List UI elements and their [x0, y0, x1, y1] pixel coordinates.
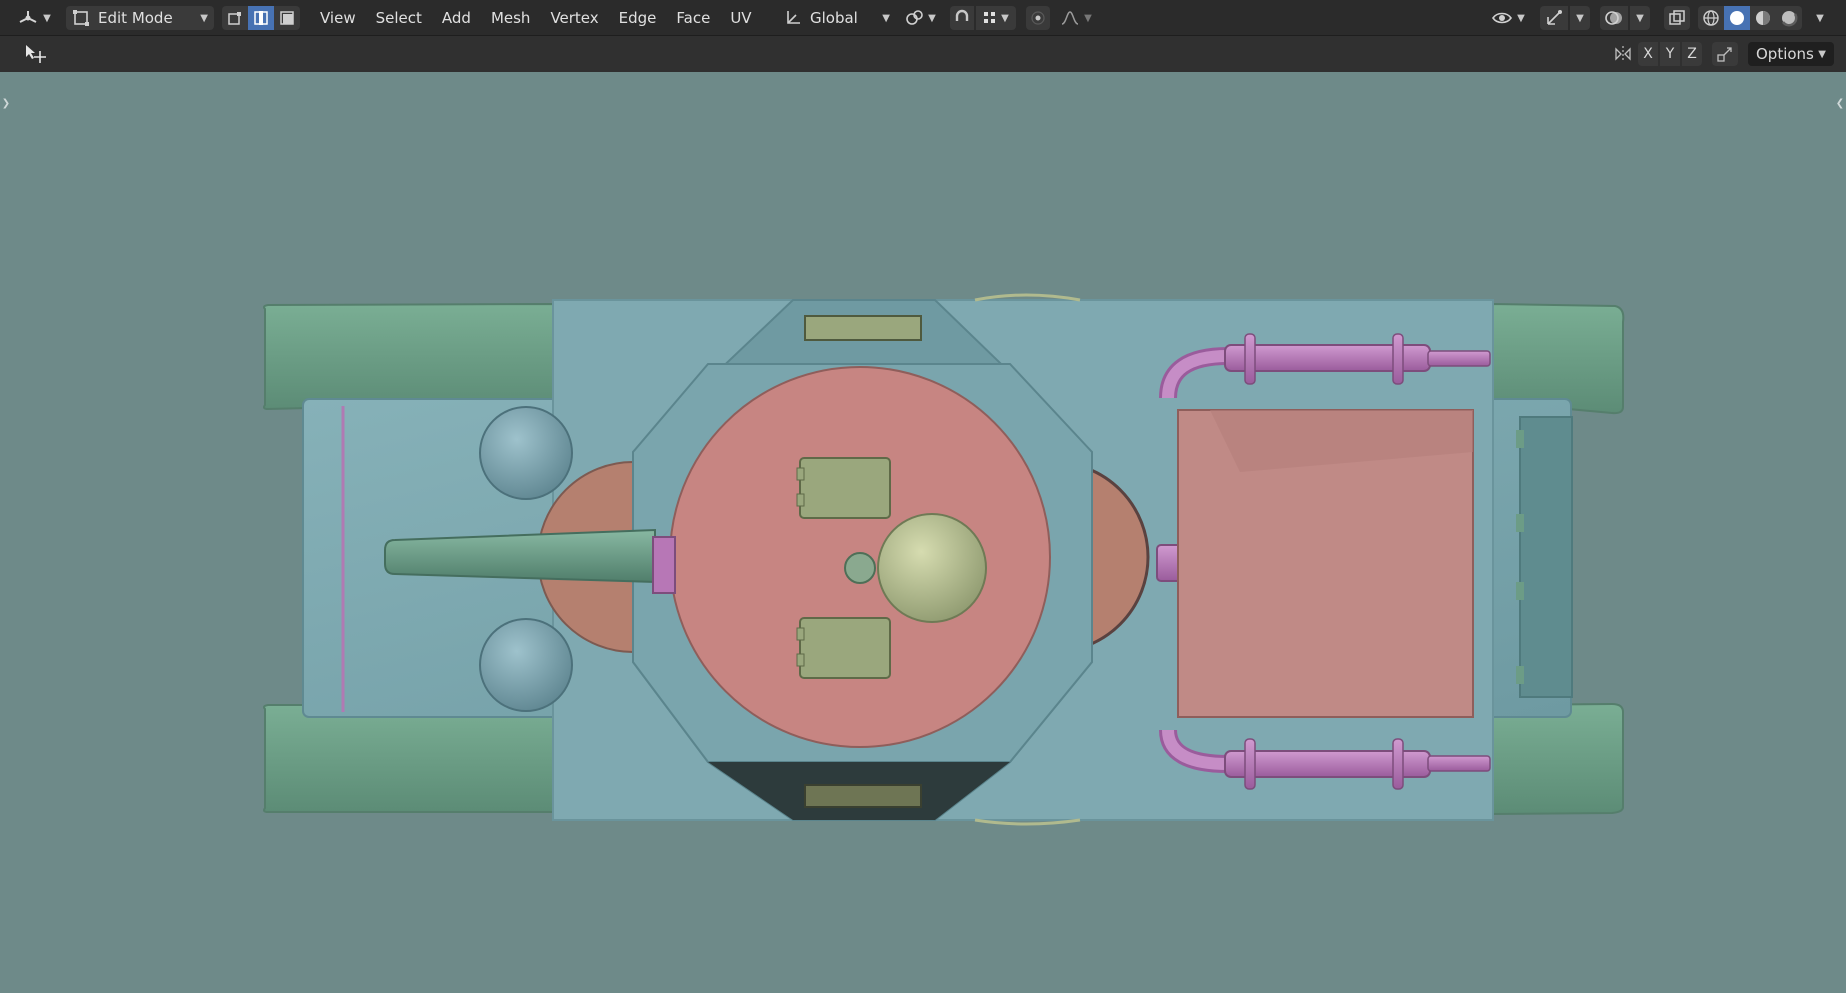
chevron-down-icon: ▼: [43, 12, 51, 24]
gizmo-toggle[interactable]: [1540, 6, 1568, 30]
pivot-point-icon: [904, 9, 924, 27]
face-select-button[interactable]: [274, 6, 300, 30]
tank-model: [263, 293, 1625, 826]
vertex-select-button[interactable]: [222, 6, 248, 30]
left-track-bottom: [263, 704, 554, 813]
orientation-label: Global: [810, 9, 858, 27]
menu-edge[interactable]: Edge: [609, 6, 667, 30]
edit-mode-icon: [72, 9, 90, 27]
menu-vertex[interactable]: Vertex: [540, 6, 608, 30]
wireframe-shading-icon: [1702, 9, 1720, 27]
solid-shading-button[interactable]: [1724, 6, 1750, 30]
mode-label: Edit Mode: [98, 9, 173, 27]
menu-mesh[interactable]: Mesh: [481, 6, 541, 30]
shading-mode-group: [1698, 6, 1802, 30]
auto-scale-toggle[interactable]: [1712, 42, 1738, 66]
auto-scale-icon: [1717, 46, 1733, 62]
visibility-dropdown[interactable]: ▼: [1488, 6, 1528, 30]
right-track-bottom: [1491, 702, 1624, 816]
left-track-top: [263, 302, 554, 411]
bottom-vision-block: [804, 784, 922, 808]
chevron-down-icon: ▼: [1818, 48, 1826, 60]
overlay-toggle[interactable]: [1600, 6, 1628, 30]
menu-add[interactable]: Add: [432, 6, 481, 30]
rendered-shading-button[interactable]: [1776, 6, 1802, 30]
solid-shading-icon: [1728, 9, 1746, 27]
transform-orientation-dropdown[interactable]: Global ▼: [784, 6, 890, 30]
proportional-edit-icon: [1030, 10, 1046, 26]
chevron-down-icon: ▼: [1576, 12, 1584, 24]
chevron-down-icon: ▼: [1001, 12, 1009, 24]
edge-select-icon: [253, 10, 269, 26]
right-track-top: [1491, 302, 1625, 415]
chevron-down-icon: ▼: [1517, 12, 1525, 24]
mirror-z-toggle[interactable]: Z: [1682, 42, 1702, 66]
xray-icon: [1668, 9, 1686, 27]
mirror-button[interactable]: [1610, 42, 1636, 66]
smoke-launcher-right: [479, 618, 573, 712]
snap-increment-icon: [983, 11, 997, 25]
mode-dropdown[interactable]: Edit Mode ▼: [66, 6, 214, 30]
turret-vent: [844, 552, 876, 584]
active-tool-button[interactable]: [20, 42, 50, 66]
shading-dropdown[interactable]: ▼: [1810, 6, 1830, 30]
chevron-down-icon: ▼: [200, 12, 208, 24]
chevron-down-icon: ▼: [1636, 12, 1644, 24]
menu-uv[interactable]: UV: [720, 6, 761, 30]
menu-view[interactable]: View: [310, 6, 366, 30]
mirror-x-toggle[interactable]: X: [1638, 42, 1658, 66]
pivot-point-dropdown[interactable]: ▼: [900, 6, 940, 30]
visibility-eye-icon: [1491, 10, 1513, 26]
options-dropdown[interactable]: Options ▼: [1748, 42, 1834, 66]
material-shading-icon: [1754, 9, 1772, 27]
chevron-down-icon: ▼: [928, 12, 936, 24]
face-select-icon: [279, 10, 295, 26]
orientation-axes-icon: [784, 9, 802, 27]
proportional-edit-toggle[interactable]: [1026, 6, 1050, 30]
mirror-icon: [1613, 45, 1633, 63]
gizmo-icon: [1545, 9, 1563, 27]
cupola-dome: [877, 513, 987, 623]
commander-hatch: [799, 457, 891, 519]
snap-toggle[interactable]: [950, 6, 974, 30]
xray-toggle[interactable]: [1664, 6, 1690, 30]
move-tool-icon: [22, 43, 48, 65]
gun-mantlet: [652, 536, 676, 594]
falloff-dropdown[interactable]: ▼: [1056, 6, 1096, 30]
loader-hatch: [799, 617, 891, 679]
chevron-down-icon: ▼: [1816, 12, 1824, 24]
snap-target-dropdown[interactable]: ▼: [976, 6, 1016, 30]
material-shading-button[interactable]: [1750, 6, 1776, 30]
menu-select[interactable]: Select: [366, 6, 432, 30]
overlay-dropdown[interactable]: ▼: [1630, 6, 1650, 30]
wireframe-shading-button[interactable]: [1698, 6, 1724, 30]
mirror-y-toggle[interactable]: Y: [1660, 42, 1680, 66]
edge-select-button[interactable]: [248, 6, 274, 30]
viewport-header: ▼ Edit Mode ▼ View Select Add Mesh Verte…: [0, 0, 1846, 36]
tool-header: X Y Z Options ▼: [0, 36, 1846, 72]
header-menus: View Select Add Mesh Vertex Edge Face UV: [310, 6, 762, 30]
overlay-icon: [1604, 9, 1624, 27]
snap-magnet-icon: [953, 9, 971, 27]
gizmo-dropdown[interactable]: ▼: [1570, 6, 1590, 30]
3d-viewport[interactable]: ❯ ❮: [0, 72, 1846, 993]
options-label: Options: [1756, 45, 1814, 63]
editor-type-dropdown[interactable]: ▼: [14, 6, 54, 30]
rendered-shading-icon: [1780, 9, 1798, 27]
falloff-curve-icon: [1060, 10, 1080, 26]
chevron-down-icon: ▼: [882, 12, 890, 24]
select-mode-group: [222, 6, 300, 30]
smoke-launcher-left: [479, 406, 573, 500]
chevron-down-icon: ▼: [1084, 12, 1092, 24]
viewport-editor-icon: [17, 9, 39, 27]
top-vision-block: [804, 315, 922, 341]
engine-grille: [1519, 416, 1573, 698]
vertex-select-icon: [227, 10, 243, 26]
menu-face[interactable]: Face: [666, 6, 720, 30]
